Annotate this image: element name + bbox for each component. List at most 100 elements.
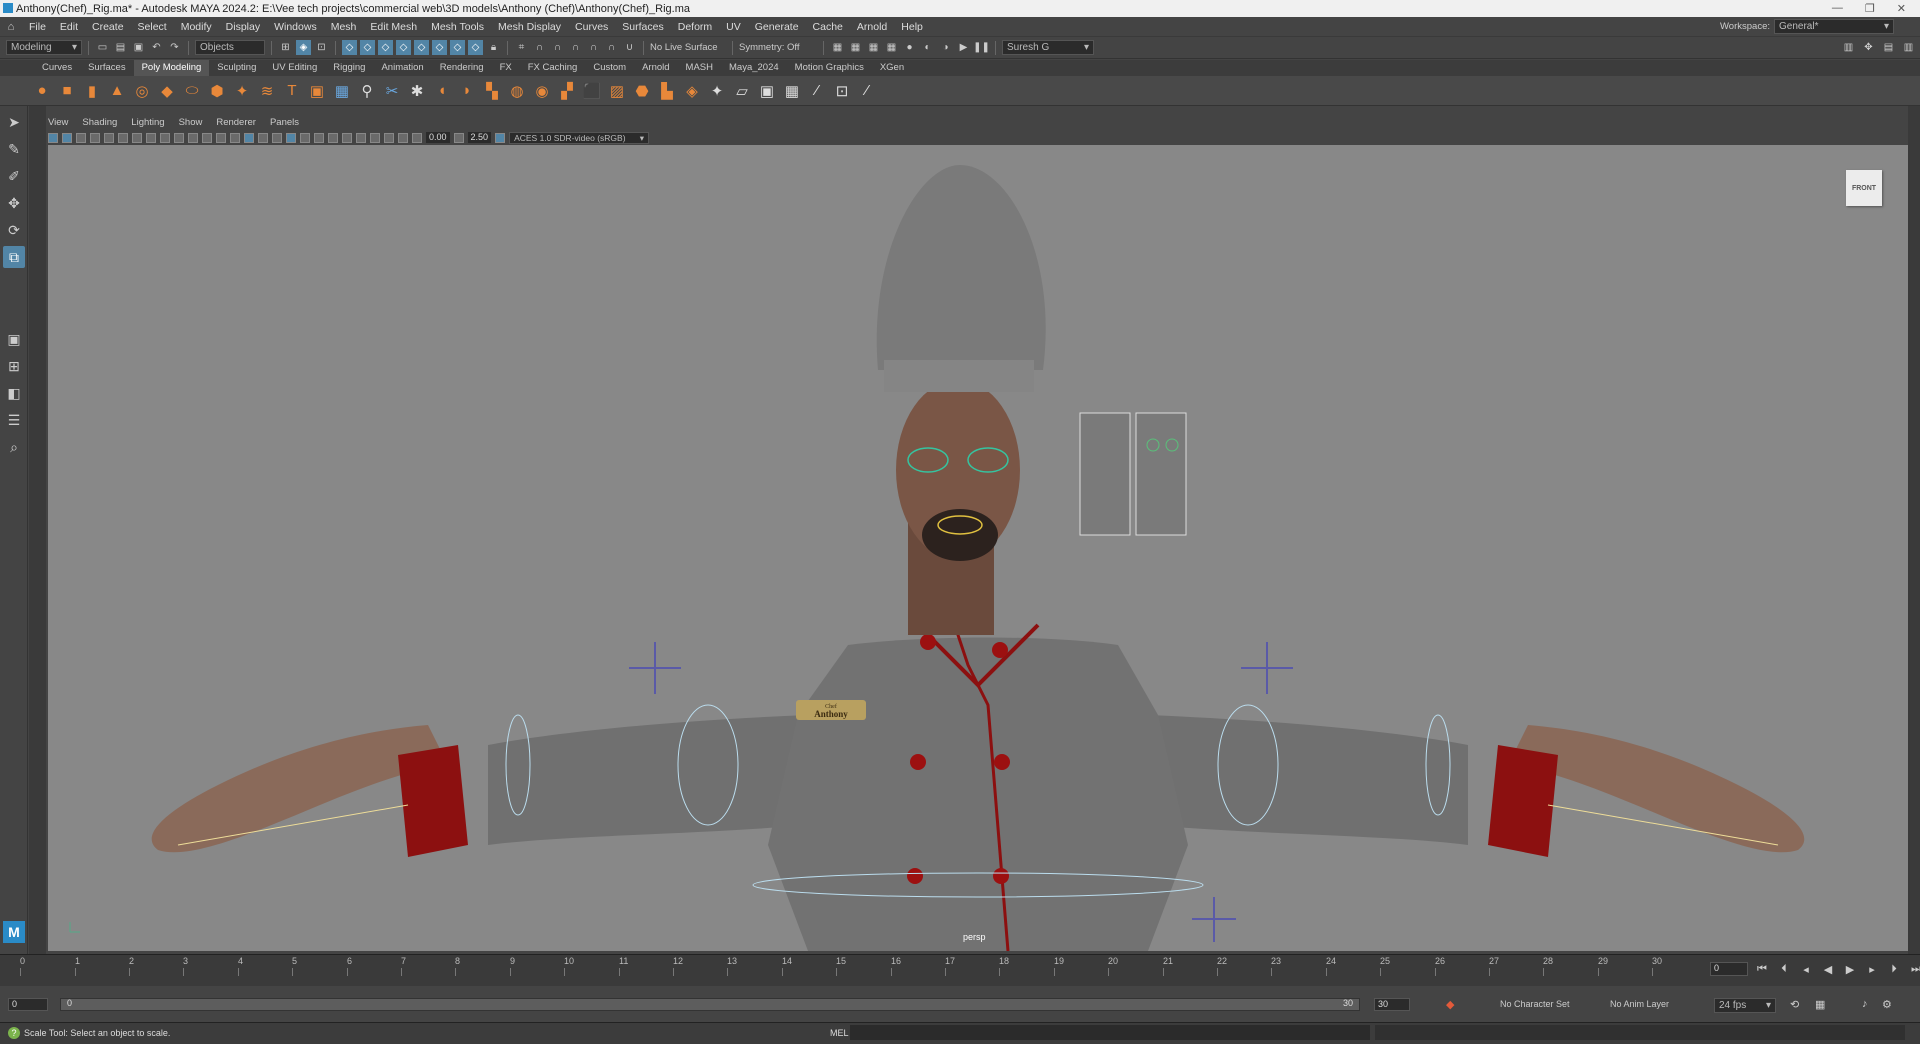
shelf-tab-rigging[interactable]: Rigging <box>325 60 373 76</box>
range-start-field[interactable]: 0 <box>8 998 48 1011</box>
move-icon[interactable]: ✥ <box>3 192 25 214</box>
lighting-icon[interactable] <box>286 132 296 143</box>
resolution-gate-icon[interactable] <box>160 132 170 143</box>
close-icon[interactable]: ✕ <box>1897 2 1906 15</box>
smooth-icon[interactable]: ✱ <box>407 81 427 101</box>
safe-title-icon[interactable] <box>216 132 226 143</box>
render-sequence-icon[interactable]: ▦ <box>848 40 863 55</box>
wireframe-icon[interactable] <box>230 132 240 143</box>
menu-arnold[interactable]: Arnold <box>850 21 894 33</box>
crease-icon[interactable]: ⊡ <box>832 81 852 101</box>
mirror-icon[interactable]: ◈ <box>682 81 702 101</box>
view-cube[interactable]: FRONT <box>1846 170 1882 206</box>
bevel-icon[interactable]: ◖ <box>432 81 452 101</box>
menu-mesh-display[interactable]: Mesh Display <box>491 21 568 33</box>
magnet-icon[interactable]: ∪ <box>622 40 637 55</box>
go-to-end-icon[interactable]: ⏭ <box>1908 963 1920 976</box>
mask-icon[interactable]: ◇ <box>450 40 465 55</box>
selection-mode-dropdown[interactable]: Objects <box>195 40 265 55</box>
smooth-shade-icon[interactable] <box>244 132 254 143</box>
menu-cache[interactable]: Cache <box>806 21 850 33</box>
select-component-icon[interactable]: ⊡ <box>314 40 329 55</box>
step-forward-key-icon[interactable]: ⏵ <box>1886 963 1902 976</box>
panel-menu-view[interactable]: View <box>48 117 68 131</box>
mask-icon[interactable]: ◇ <box>342 40 357 55</box>
shelf-tab-uv-editing[interactable]: UV Editing <box>264 60 325 76</box>
exposure-field[interactable]: 0.00 <box>426 132 450 143</box>
range-slider[interactable] <box>60 998 1360 1011</box>
tool-settings-icon[interactable]: ✥ <box>1861 40 1876 55</box>
two-d-pan-icon[interactable] <box>104 132 114 143</box>
bend-icon[interactable]: ⁄ <box>807 81 827 101</box>
channel-box-icon[interactable]: ▤ <box>1881 40 1896 55</box>
menu-generate[interactable]: Generate <box>748 21 806 33</box>
loop-icon[interactable]: ⟲ <box>1790 998 1799 1011</box>
ambient-occlusion-icon[interactable] <box>356 132 366 143</box>
fill-hole-icon[interactable]: ◉ <box>532 81 552 101</box>
target-weld-icon[interactable]: ▨ <box>607 81 627 101</box>
field-chart-icon[interactable] <box>188 132 198 143</box>
xray-joints-icon[interactable] <box>328 132 338 143</box>
mask-icon[interactable]: ◇ <box>432 40 447 55</box>
lock-icon[interactable]: 🔒︎ <box>486 40 501 55</box>
range-end-field[interactable]: 30 <box>1374 998 1410 1011</box>
shelf-tab-fx-caching[interactable]: FX Caching <box>520 60 586 76</box>
snap-point-icon[interactable]: ∩ <box>550 40 565 55</box>
snap-curve-icon[interactable]: ∩ <box>532 40 547 55</box>
extrude-icon[interactable]: ◗ <box>457 81 477 101</box>
panel-menu-show[interactable]: Show <box>179 117 203 131</box>
auto-key-icon[interactable]: ◆ <box>1446 998 1454 1011</box>
play-icon[interactable]: ▶ <box>956 40 971 55</box>
default-material-icon[interactable] <box>258 132 268 143</box>
step-back-frame-icon[interactable]: ◂ <box>1798 963 1814 976</box>
panel-layout-icon[interactable]: ▥ <box>1841 40 1856 55</box>
mask-icon[interactable]: ◇ <box>378 40 393 55</box>
menu-edit-mesh[interactable]: Edit Mesh <box>363 21 424 33</box>
grease-pencil-icon[interactable] <box>118 132 128 143</box>
textured-icon[interactable] <box>272 132 282 143</box>
poly-sphere-icon[interactable]: ● <box>32 81 52 101</box>
menu-select[interactable]: Select <box>131 21 174 33</box>
play-backwards-icon[interactable]: ◀ <box>1820 963 1836 976</box>
snap-grid-icon[interactable]: ⌗ <box>514 40 529 55</box>
bookmark-icon[interactable] <box>76 132 86 143</box>
menu-help[interactable]: Help <box>894 21 930 33</box>
depth-of-field-icon[interactable] <box>398 132 408 143</box>
panel-menu-shading[interactable]: Shading <box>82 117 117 131</box>
combine-icon[interactable]: ⚲ <box>357 81 377 101</box>
slide-edge-icon[interactable]: ▱ <box>732 81 752 101</box>
step-forward-frame-icon[interactable]: ▸ <box>1864 963 1880 976</box>
shelf-tab-custom[interactable]: Custom <box>585 60 634 76</box>
anti-alias-icon[interactable] <box>384 132 394 143</box>
mask-icon[interactable]: ◇ <box>468 40 483 55</box>
film-gate-icon[interactable] <box>146 132 156 143</box>
connect-icon[interactable]: ⬣ <box>632 81 652 101</box>
cache-icon[interactable]: ▦ <box>1815 998 1825 1011</box>
mask-icon[interactable]: ◇ <box>360 40 375 55</box>
platonic-solid-icon[interactable]: ⬢ <box>207 81 227 101</box>
menu-set-dropdown[interactable]: Modeling ▾ <box>6 40 82 55</box>
hypershade-icon[interactable]: ● <box>902 40 917 55</box>
uv-icon[interactable]: ▣ <box>757 81 777 101</box>
poly-torus-icon[interactable]: ◎ <box>132 81 152 101</box>
go-to-start-icon[interactable]: ⏮ <box>1754 963 1770 976</box>
script-language-toggle[interactable]: MEL <box>830 1028 849 1038</box>
fps-dropdown[interactable]: 24 fps ▾ <box>1714 998 1776 1013</box>
select-tool-icon[interactable]: ➤ <box>3 111 25 133</box>
text-icon[interactable]: T <box>282 81 302 101</box>
live-surface[interactable]: No Live Surface <box>650 42 726 53</box>
menu-create[interactable]: Create <box>85 21 131 33</box>
color-management-icon[interactable] <box>495 132 506 143</box>
append-icon[interactable]: ◍ <box>507 81 527 101</box>
paint-icon[interactable]: ✐ <box>3 165 25 187</box>
mask-icon[interactable]: ◇ <box>414 40 429 55</box>
gear-icon[interactable]: ⚙ <box>1882 998 1892 1011</box>
poly-cylinder-icon[interactable]: ▮ <box>82 81 102 101</box>
menu-edit[interactable]: Edit <box>53 21 85 33</box>
gamma-field[interactable]: 2.50 <box>467 132 492 143</box>
shelf-tab-curves[interactable]: Curves <box>34 60 80 76</box>
isolate-select-icon[interactable] <box>342 132 352 143</box>
rotate-icon[interactable]: ⟳ <box>3 219 25 241</box>
image-plane-icon[interactable] <box>90 132 100 143</box>
shelf-tab-rendering[interactable]: Rendering <box>432 60 492 76</box>
